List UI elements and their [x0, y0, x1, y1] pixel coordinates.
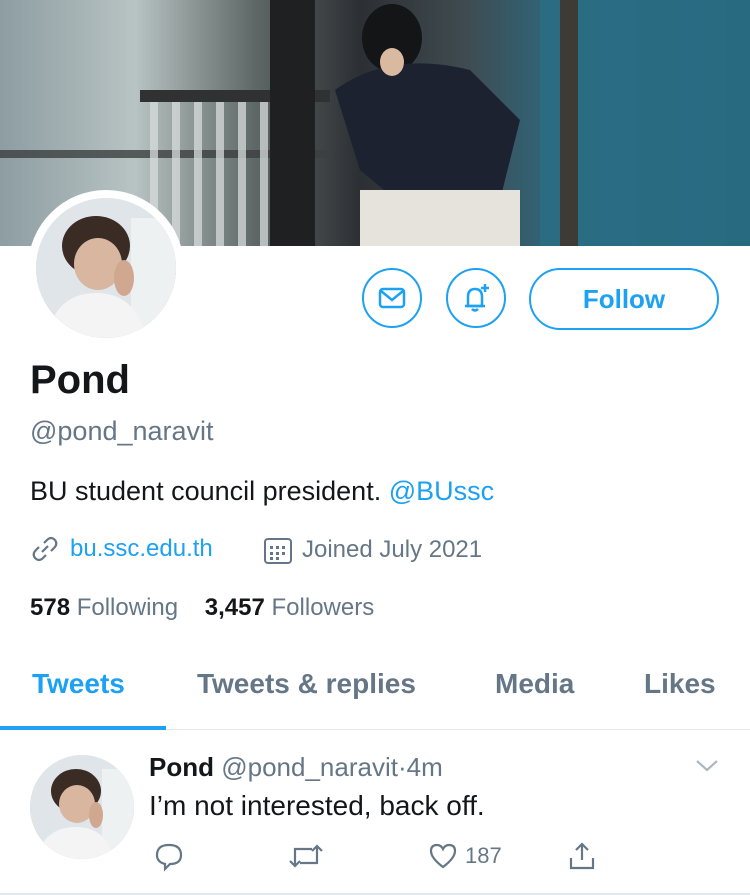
profile-avatar[interactable]	[28, 190, 184, 346]
followers-label: Followers	[271, 594, 375, 621]
avatar-photo	[30, 755, 134, 859]
profile-name: Pond	[30, 358, 130, 402]
share-button[interactable]	[566, 840, 598, 872]
like-button[interactable]: 187	[427, 840, 502, 872]
followers-stat[interactable]: 3,457 Followers	[205, 594, 374, 621]
link-icon	[32, 536, 58, 562]
following-stat[interactable]: 578 Following	[30, 594, 185, 621]
chevron-down-icon	[696, 760, 718, 772]
tab-tweets[interactable]: Tweets	[32, 668, 125, 700]
bio-mention-link[interactable]: @BUssc	[389, 476, 494, 506]
notifications-button[interactable]	[446, 268, 506, 328]
profile-stats: 578 Following 3,457 Followers	[30, 594, 374, 622]
tweet-text: I’m not interested, back off.	[149, 790, 485, 821]
bio-text: BU student council president.	[30, 476, 382, 506]
tweet-handle[interactable]: @pond_naravit	[221, 752, 398, 782]
tweet-header: Pond @pond_naravit·4m	[149, 752, 443, 783]
profile-bio: BU student council president. @BUssc	[30, 476, 494, 507]
tab-media[interactable]: Media	[495, 668, 574, 700]
bell-plus-icon	[465, 284, 489, 312]
website-link[interactable]: bu.ssc.edu.th	[70, 535, 213, 563]
avatar-photo	[36, 198, 176, 338]
tweet-avatar[interactable]	[30, 755, 134, 859]
profile-handle: @pond_naravit	[30, 416, 214, 446]
heart-icon	[429, 843, 457, 869]
following-count: 578	[30, 594, 71, 621]
tweet-time: 4m	[406, 752, 443, 782]
tab-tweets-replies[interactable]: Tweets & replies	[197, 668, 416, 700]
tweet-menu-button[interactable]	[693, 756, 721, 781]
active-tab-indicator	[0, 726, 166, 730]
profile-website[interactable]: bu.ssc.edu.th	[30, 534, 213, 564]
follow-button[interactable]: Follow	[529, 268, 719, 330]
like-count: 187	[465, 843, 502, 868]
share-icon	[569, 842, 595, 870]
reply-icon	[155, 843, 183, 872]
joined-date: Joined July 2021	[302, 536, 483, 563]
message-button[interactable]	[362, 268, 422, 328]
tab-likes[interactable]: Likes	[644, 668, 716, 700]
envelope-icon	[378, 287, 406, 309]
retweet-button[interactable]	[286, 840, 326, 872]
tweet-author[interactable]: Pond	[149, 752, 214, 782]
retweet-icon	[289, 844, 323, 868]
following-label: Following	[76, 594, 179, 621]
reply-button[interactable]	[153, 840, 185, 872]
followers-count: 3,457	[204, 594, 265, 621]
profile-joined: Joined July 2021	[262, 534, 482, 566]
calendar-icon	[264, 538, 292, 564]
tweet-separator: ·	[397, 752, 407, 782]
